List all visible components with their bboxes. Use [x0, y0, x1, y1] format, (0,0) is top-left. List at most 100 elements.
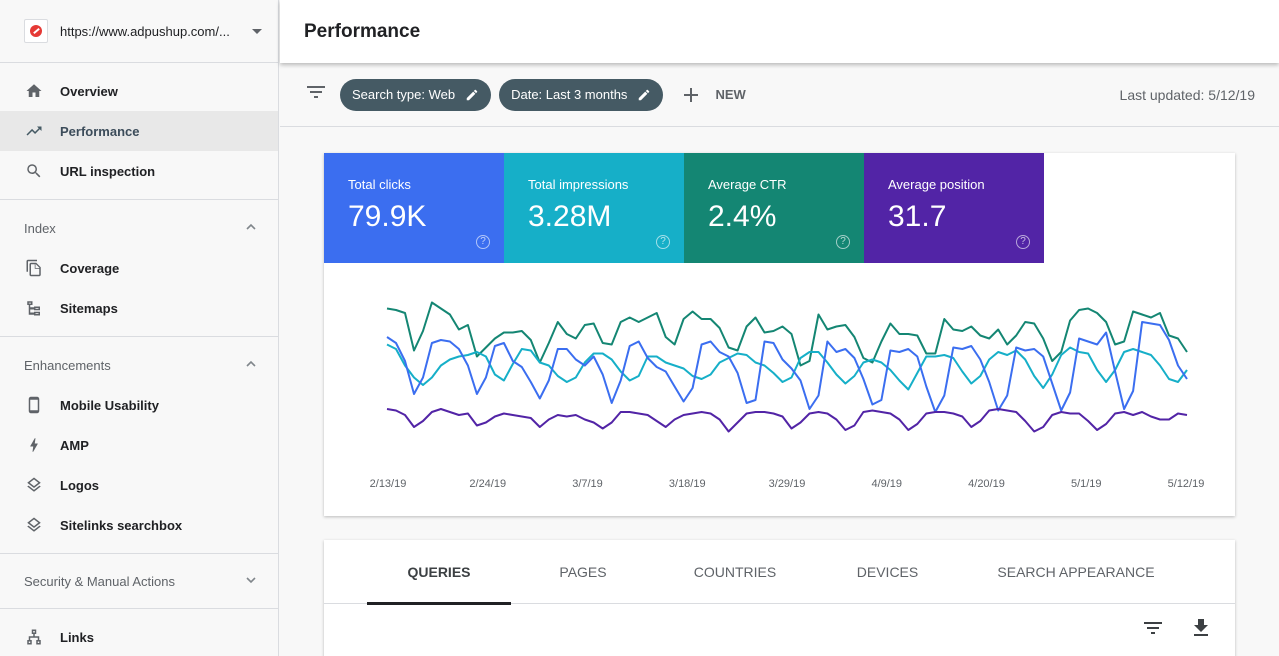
x-tick-label: 4/9/19 [871, 478, 902, 490]
trending-up-icon [24, 121, 44, 141]
sidebar: https://www.adpushup.com/... Overview Pe… [0, 0, 279, 656]
sidebar-item-sitelinks-searchbox[interactable]: Sitelinks searchbox [0, 505, 278, 545]
sidebar-item-label: Links [60, 630, 94, 645]
chevron-down-icon [244, 573, 258, 590]
table-actions [1141, 616, 1213, 640]
download-icon[interactable] [1189, 616, 1213, 640]
phone-icon [24, 395, 44, 415]
copy-icon [24, 258, 44, 278]
tab-pages[interactable]: PAGES [511, 540, 655, 604]
sidebar-item-label: AMP [60, 438, 89, 453]
sidebar-item-amp[interactable]: AMP [0, 425, 278, 465]
sidebar-item-performance[interactable]: Performance [0, 111, 278, 151]
x-tick-label: 2/13/19 [370, 478, 407, 490]
help-icon[interactable]: ? [1016, 235, 1030, 249]
sidebar-item-label: Coverage [60, 261, 119, 276]
metric-value: 2.4% [708, 200, 840, 234]
chip-label: Date: Last 3 months [511, 87, 627, 102]
property-selector[interactable]: https://www.adpushup.com/... [0, 0, 278, 63]
sidebar-item-links[interactable]: Links [0, 617, 278, 656]
edit-icon [465, 88, 479, 102]
metric-tiles: Total clicks 79.9K ? Total impressions 3… [324, 153, 1235, 263]
search-type-chip[interactable]: Search type: Web [340, 79, 491, 111]
performance-line-chart[interactable]: 2/13/19 2/24/19 3/7/19 3/18/19 3/29/19 4/9/19… [324, 263, 1235, 516]
sidebar-item-label: Mobile Usability [60, 398, 159, 413]
filter-icon[interactable] [304, 80, 328, 109]
nav-group-index: Index Coverage Sitemaps [0, 200, 278, 337]
tab-search-appearance[interactable]: SEARCH APPEARANCE [960, 540, 1192, 604]
group-title: Security & Manual Actions [24, 574, 175, 589]
sidebar-item-label: Overview [60, 84, 118, 99]
metric-value: 3.28M [528, 200, 660, 234]
sidebar-item-overview[interactable]: Overview [0, 71, 278, 111]
metric-label: Average position [888, 177, 1020, 192]
x-tick-label: 3/7/19 [572, 478, 603, 490]
sidebar-item-url-inspection[interactable]: URL inspection [0, 151, 278, 191]
plus-icon [681, 85, 701, 105]
metric-total-clicks[interactable]: Total clicks 79.9K ? [324, 153, 504, 263]
x-tick-label: 3/29/19 [769, 478, 806, 490]
x-tick-label: 2/24/19 [469, 478, 506, 490]
search-icon [24, 161, 44, 181]
metric-value: 79.9K [348, 200, 480, 234]
filter-icon[interactable] [1141, 616, 1165, 640]
sidebar-item-sitemaps[interactable]: Sitemaps [0, 288, 278, 328]
layers-icon [24, 475, 44, 495]
dimension-tabs: QUERIES PAGES COUNTRIES DEVICES SEARCH A… [324, 540, 1235, 604]
group-title: Index [24, 221, 56, 236]
nav-group-enhancements: Enhancements Mobile Usability AMP Logos … [0, 337, 278, 554]
links-tree-icon [24, 627, 44, 647]
x-tick-label: 5/1/19 [1071, 478, 1102, 490]
caret-down-icon [252, 29, 262, 34]
sidebar-item-mobile-usability[interactable]: Mobile Usability [0, 385, 278, 425]
nav-group-main: Overview Performance URL inspection [0, 63, 278, 200]
new-label: NEW [715, 87, 745, 102]
group-title: Enhancements [24, 358, 111, 373]
group-header-enhancements[interactable]: Enhancements [0, 345, 278, 385]
tab-countries[interactable]: COUNTRIES [655, 540, 815, 604]
tab-queries[interactable]: QUERIES [367, 540, 511, 604]
metric-label: Total clicks [348, 177, 480, 192]
sidebar-item-logos[interactable]: Logos [0, 465, 278, 505]
page-title: Performance [304, 21, 420, 43]
layers-icon [24, 515, 44, 535]
property-url: https://www.adpushup.com/... [60, 24, 252, 39]
nav-group-bottom: Links [0, 609, 278, 656]
metric-average-position[interactable]: Average position 31.7 ? [864, 153, 1044, 263]
dimension-tabs-card: QUERIES PAGES COUNTRIES DEVICES SEARCH A… [324, 540, 1235, 656]
help-icon[interactable]: ? [836, 235, 850, 249]
sidebar-item-label: URL inspection [60, 164, 155, 179]
help-icon[interactable]: ? [476, 235, 490, 249]
bolt-icon [24, 435, 44, 455]
metric-label: Average CTR [708, 177, 840, 192]
group-header-index[interactable]: Index [0, 208, 278, 248]
chevron-up-icon [244, 220, 258, 237]
x-tick-label: 4/20/19 [968, 478, 1005, 490]
top-bar: Performance [280, 0, 1279, 63]
metric-label: Total impressions [528, 177, 660, 192]
sidebar-item-label: Sitemaps [60, 301, 118, 316]
sidebar-item-label: Sitelinks searchbox [60, 518, 182, 533]
chip-label: Search type: Web [352, 87, 455, 102]
filter-bar: Search type: Web Date: Last 3 months NEW… [280, 63, 1279, 127]
group-header-security[interactable]: Security & Manual Actions [0, 554, 278, 609]
metric-total-impressions[interactable]: Total impressions 3.28M ? [504, 153, 684, 263]
help-icon[interactable]: ? [656, 235, 670, 249]
series-line-average-ctr [387, 303, 1187, 366]
performance-chart-card: Total clicks 79.9K ? Total impressions 3… [324, 153, 1235, 516]
x-tick-label: 3/18/19 [669, 478, 706, 490]
new-filter-button[interactable]: NEW [681, 85, 745, 105]
metric-average-ctr[interactable]: Average CTR 2.4% ? [684, 153, 864, 263]
x-tick-label: 5/12/19 [1168, 478, 1205, 490]
sidebar-item-label: Logos [60, 478, 99, 493]
series-line-total-clicks [387, 322, 1187, 412]
home-icon [24, 81, 44, 101]
sitemap-icon [24, 298, 44, 318]
metric-value: 31.7 [888, 200, 1020, 234]
sidebar-item-coverage[interactable]: Coverage [0, 248, 278, 288]
date-chip[interactable]: Date: Last 3 months [499, 79, 663, 111]
last-updated: Last updated: 5/12/19 [1120, 87, 1255, 103]
sidebar-item-label: Performance [60, 124, 139, 139]
edit-icon [637, 88, 651, 102]
tab-devices[interactable]: DEVICES [815, 540, 960, 604]
